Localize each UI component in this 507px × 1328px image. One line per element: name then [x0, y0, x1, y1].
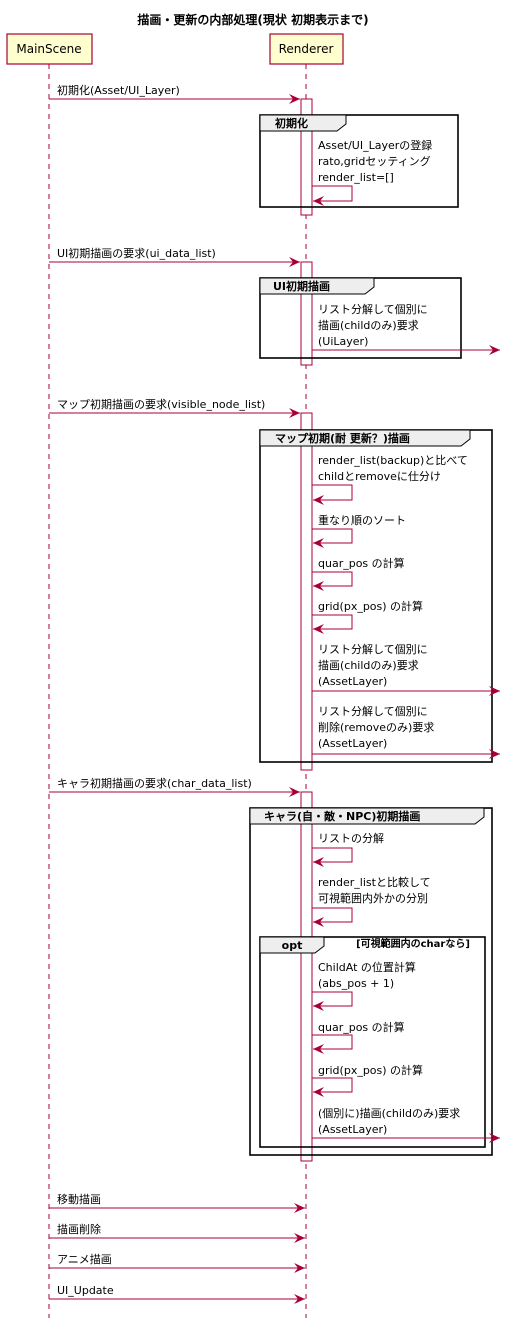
outgoing-message: リスト分解して個別に 描画(childのみ)要求 (UiLayer) — [312, 302, 500, 355]
message-move: 移動描画 — [49, 1192, 305, 1213]
participant-main-scene-label: MainScene — [16, 42, 81, 56]
step-line: grid(px_pos) の計算 — [318, 1063, 423, 1077]
step-line: quar_pos の計算 — [318, 1020, 405, 1034]
message-label: 移動描画 — [57, 1192, 101, 1206]
message-anime: アニメ描画 — [49, 1252, 305, 1273]
message-label: キャラ初期描画の要求(char_data_list) — [57, 776, 252, 790]
self-message: 重なり順のソート — [312, 513, 406, 548]
group-label: マップ初期(耐 更新？)描画 — [275, 431, 410, 445]
step-line: (AssetLayer) — [318, 675, 387, 688]
step-line: リスト分解して個別に — [318, 704, 428, 718]
group-label: UI初期描画 — [273, 279, 330, 293]
renderer-activation — [300, 412, 313, 771]
step-line: quar_pos の計算 — [318, 556, 405, 570]
message-ui-init: UI初期描画の要求(ui_data_list) — [49, 246, 300, 267]
self-message: quar_pos の計算 — [312, 556, 405, 591]
step-line: 描画(childのみ)要求 — [318, 318, 419, 332]
message-delete: 描画削除 — [49, 1222, 305, 1243]
step-line: (UiLayer) — [318, 335, 368, 348]
message-label: UI初期描画の要求(ui_data_list) — [57, 246, 216, 260]
step-line: 可視範囲内外かの分別 — [318, 891, 428, 905]
message-label: 初期化(Asset/UI_Layer) — [57, 83, 180, 97]
message-label: アニメ描画 — [57, 1252, 112, 1266]
self-message: quar_pos の計算 — [312, 1020, 405, 1054]
message-label: UI_Update — [57, 1284, 114, 1297]
self-message: リストの分解 — [312, 831, 384, 867]
self-message: render_list(backup)と比べて childとremoveに仕分け — [312, 454, 468, 505]
self-message: ChildAt の位置計算 (abs_pos + 1) — [312, 960, 416, 1011]
step-line: リスト分解して個別に — [318, 302, 428, 316]
step-line: childとremoveに仕分け — [318, 470, 441, 483]
step-line: リスト分解して個別に — [318, 642, 428, 656]
participant-renderer: Renderer — [269, 33, 344, 65]
step-line: 重なり順のソート — [318, 513, 406, 527]
participant-main-scene: MainScene — [6, 33, 93, 65]
step-line: grid(px_pos) の計算 — [318, 599, 423, 613]
step-line: リストの分解 — [318, 831, 384, 845]
step-line: (AssetLayer) — [318, 737, 387, 750]
participant-renderer-label: Renderer — [279, 42, 334, 56]
step-line: (AssetLayer) — [318, 1123, 387, 1136]
message-ui-update: UI_Update — [49, 1284, 305, 1304]
opt-label: opt — [282, 939, 303, 952]
message-label: マップ初期描画の要求(visible_node_list) — [57, 397, 265, 411]
step-line: Asset/UI_Layerの登録 — [318, 138, 432, 152]
step-line: rato,gridセッティング — [318, 154, 431, 168]
outgoing-message: リスト分解して個別に 描画(childのみ)要求 (AssetLayer) — [312, 642, 500, 696]
opt-condition: [可視範囲内のcharなら] — [356, 937, 470, 950]
message-chara-init: キャラ初期描画の要求(char_data_list) — [49, 776, 300, 797]
diagram-title: 描画・更新の内部処理(現状 初期表示まで) — [137, 12, 368, 27]
group-label: 初期化 — [275, 116, 308, 130]
sequence-diagram: 描画・更新の内部処理(現状 初期表示まで) MainScene Renderer… — [6, 12, 500, 1318]
message-init: 初期化(Asset/UI_Layer) — [49, 83, 300, 104]
step-line: render_listと比較して — [318, 875, 431, 889]
outgoing-message: (個別に)描画(childのみ)要求 (AssetLayer) — [312, 1106, 500, 1143]
step-line: 削除(removeのみ)要求 — [318, 720, 434, 734]
outgoing-message: リスト分解して個別に 削除(removeのみ)要求 (AssetLayer) — [312, 704, 500, 759]
self-message: Asset/UI_Layerの登録 rato,gridセッティング render… — [312, 138, 432, 206]
step-line: ChildAt の位置計算 — [318, 960, 416, 974]
step-line: render_list(backup)と比べて — [318, 454, 468, 467]
group-label: キャラ(自・敵・NPC)初期描画 — [264, 809, 420, 823]
step-line: (個別に)描画(childのみ)要求 — [318, 1106, 460, 1120]
step-line: render_list=[] — [318, 171, 394, 184]
step-line: (abs_pos + 1) — [318, 977, 394, 990]
step-line: 描画(childのみ)要求 — [318, 658, 419, 672]
message-label: 描画削除 — [57, 1222, 101, 1236]
self-message: grid(px_pos) の計算 — [312, 1063, 423, 1097]
self-message: grid(px_pos) の計算 — [312, 599, 423, 634]
renderer-activation — [300, 791, 313, 1162]
self-message: render_listと比較して 可視範囲内外かの分別 — [312, 875, 431, 927]
message-map-init: マップ初期描画の要求(visible_node_list) — [49, 397, 300, 418]
